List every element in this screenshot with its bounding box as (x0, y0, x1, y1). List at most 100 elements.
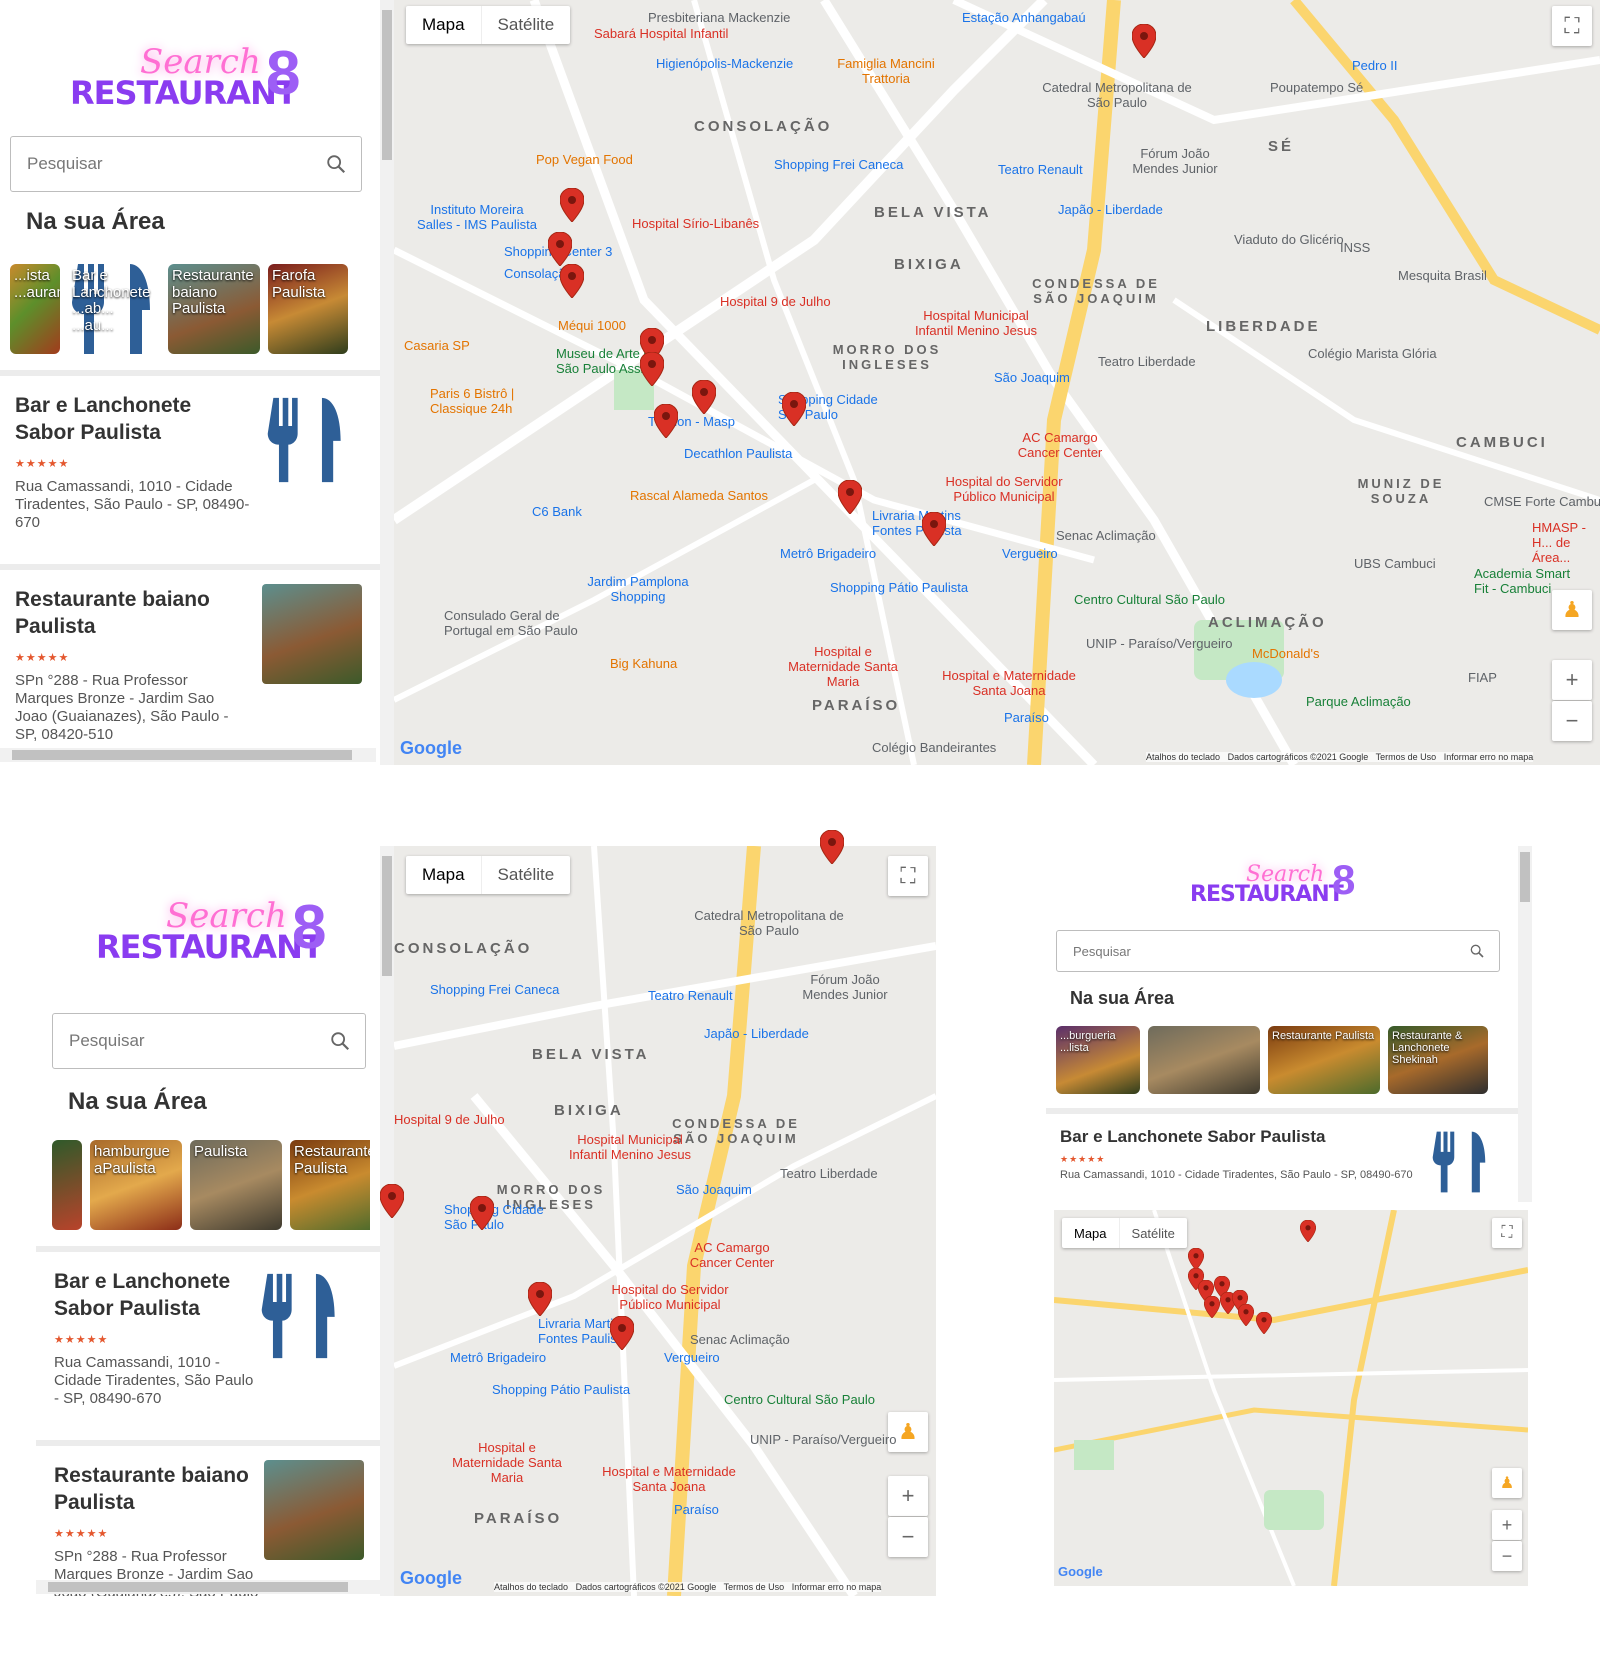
zoom-out-button[interactable]: − (1552, 701, 1592, 741)
poi-label[interactable]: UNIP - Paraíso/Vergueiro (1086, 636, 1232, 651)
map-marker-icon[interactable] (640, 352, 664, 386)
horizontal-scrollbar[interactable] (36, 1580, 380, 1594)
restaurant-card[interactable]: Restaurante baiano Paulista ★★★★★ SPn °2… (36, 1440, 380, 1596)
poi-label[interactable]: Hospital Municipal Infantil Menino Jesus (906, 308, 1046, 338)
area-thumb[interactable]: hamburgue aPaulista (90, 1140, 182, 1230)
search-input[interactable] (1071, 942, 1407, 960)
poi-label[interactable]: Hospital e Maternidade Santa Joana (934, 668, 1084, 698)
restaurant-name[interactable]: Restaurante baiano Paulista (54, 1462, 260, 1517)
keyboard-shortcuts-link[interactable]: Atalhos do teclado (1146, 752, 1220, 762)
map-marker-icon[interactable] (838, 480, 862, 514)
poi-label[interactable]: Japão - Liberdade (704, 1026, 809, 1041)
poi-label[interactable]: Shopping Frei Caneca (774, 157, 903, 172)
poi-label[interactable]: Hospital 9 de Julho (394, 1112, 505, 1127)
poi-label[interactable]: Catedral Metropolitana de São Paulo (694, 908, 844, 938)
poi-label[interactable]: Paraíso (674, 1502, 719, 1517)
poi-label[interactable]: São Joaquim (994, 370, 1070, 385)
map-marker-icon[interactable] (560, 264, 584, 298)
restaurant-name[interactable]: Bar e Lanchonete Sabor Paulista (15, 392, 250, 447)
poi-label[interactable]: Vergueiro (664, 1350, 720, 1365)
poi-label[interactable]: Hospital e Maternidade Santa Maria (442, 1440, 572, 1485)
tab-satellite[interactable]: Satélite (482, 6, 571, 44)
poi-label[interactable]: Paris 6 Bistrô | Classique 24h (430, 386, 550, 416)
poi-label[interactable]: Fórum João Mendes Junior (800, 972, 890, 1002)
map-marker-icon[interactable] (1204, 1296, 1220, 1318)
report-error-link[interactable]: Informar erro no mapa (1444, 752, 1534, 762)
map-marker-icon[interactable] (782, 392, 806, 426)
area-thumb[interactable]: ...burgueria ...lista (1056, 1026, 1140, 1094)
map-marker-icon[interactable] (1132, 24, 1156, 58)
tab-map[interactable]: Mapa (406, 856, 482, 894)
search-field[interactable] (1056, 930, 1500, 972)
poi-label[interactable]: Hospital 9 de Julho (720, 294, 831, 309)
poi-label[interactable]: C6 Bank (532, 504, 582, 519)
poi-label[interactable]: Metrô Brigadeiro (780, 546, 876, 561)
fullscreen-button[interactable]: ⛶ (888, 856, 928, 896)
poi-label[interactable]: Pop Vegan Food (536, 152, 633, 167)
map-type-control[interactable]: Mapa Satélite (1062, 1218, 1187, 1248)
area-thumb[interactable] (52, 1140, 82, 1230)
restaurant-card[interactable]: Restaurante baiano Paulista ★★★★★ SPn °2… (0, 564, 380, 764)
poi-label[interactable]: Shopping Pátio Paulista (830, 580, 968, 595)
poi-label[interactable]: Viaduto do Glicério (1234, 232, 1344, 247)
area-thumb[interactable] (1148, 1026, 1260, 1094)
poi-label[interactable]: Presbiteriana Mackenzie (648, 10, 790, 25)
tab-map[interactable]: Mapa (406, 6, 482, 44)
map-marker-icon[interactable] (1238, 1304, 1254, 1326)
poi-label[interactable]: Instituto Moreira Salles - IMS Paulista (412, 202, 542, 232)
poi-label[interactable]: Rascal Alameda Santos (630, 488, 768, 503)
poi-label[interactable]: Hospital e Maternidade Santa Joana (594, 1464, 744, 1494)
zoom-out-button[interactable]: − (1492, 1541, 1522, 1571)
poi-label[interactable]: Teatro Liberdade (780, 1166, 878, 1181)
vertical-scrollbar[interactable] (1518, 846, 1532, 1202)
poi-label[interactable]: Catedral Metropolitana de São Paulo (1042, 80, 1192, 110)
poi-label[interactable]: Shopping Frei Caneca (430, 982, 559, 997)
area-thumb[interactable]: Restaurante & Lanchonete Shekinah (1388, 1026, 1488, 1094)
poi-label[interactable]: Famiglia Mancini Trattoria (826, 56, 946, 86)
map-marker-icon[interactable] (380, 1184, 404, 1218)
area-thumb[interactable]: Restaurante Paulista (1268, 1026, 1380, 1094)
poi-label[interactable]: FIAP (1468, 670, 1497, 685)
map-marker-icon[interactable] (654, 404, 678, 438)
map-marker-icon[interactable] (470, 1196, 494, 1230)
area-thumb[interactable]: Paulista (190, 1140, 282, 1230)
zoom-in-button[interactable]: + (888, 1476, 928, 1516)
map-marker-icon[interactable] (820, 830, 844, 864)
poi-label[interactable]: Higienópolis-Mackenzie (656, 56, 793, 71)
poi-label[interactable]: Paraíso (1004, 710, 1049, 725)
tab-map[interactable]: Mapa (1062, 1218, 1120, 1248)
map-marker-icon[interactable] (610, 1316, 634, 1350)
map-type-control[interactable]: Mapa Satélite (406, 6, 571, 44)
poi-label[interactable]: Poupatempo Sé (1270, 80, 1363, 95)
zoom-in-button[interactable]: + (1552, 660, 1592, 700)
area-carousel[interactable]: ...burgueria ...lista Restaurante Paulis… (1056, 1026, 1500, 1094)
restaurant-card[interactable]: Bar e Lanchonete Sabor Paulista ★★★★★ Ru… (36, 1246, 380, 1440)
poi-label[interactable]: Parque Aclimação (1306, 694, 1411, 709)
poi-label[interactable]: Teatro Renault (998, 162, 1083, 177)
area-thumb[interactable]: Restaurante baiano Paulista (168, 264, 260, 354)
search-field[interactable] (10, 136, 362, 192)
map-marker-icon[interactable] (560, 188, 584, 222)
poi-label[interactable]: Shopping Cidade São Paulo (444, 1202, 554, 1232)
poi-label[interactable]: Teatro Renault (648, 988, 733, 1003)
poi-label[interactable]: Sabará Hospital Infantil (594, 26, 728, 41)
map-marker-icon[interactable] (922, 512, 946, 546)
vertical-scrollbar[interactable] (380, 846, 394, 1596)
poi-label[interactable]: Senac Aclimação (1056, 528, 1156, 543)
zoom-in-button[interactable]: + (1492, 1510, 1522, 1540)
poi-label[interactable]: McDonald's (1252, 646, 1320, 661)
poi-label[interactable]: AC Camargo Cancer Center (682, 1240, 782, 1270)
poi-label[interactable]: Hospital do Servidor Público Municipal (934, 474, 1074, 504)
poi-label[interactable]: Méqui 1000 (558, 318, 626, 333)
map-marker-icon[interactable] (692, 380, 716, 414)
poi-label[interactable]: HMASP - H... de Área... (1532, 520, 1600, 565)
horizontal-scrollbar[interactable] (0, 748, 376, 762)
vertical-scrollbar[interactable] (380, 0, 394, 765)
tab-satellite[interactable]: Satélite (482, 856, 571, 894)
map-marker-icon[interactable] (548, 232, 572, 266)
poi-label[interactable]: Academia Smart Fit - Cambuci (1474, 566, 1584, 596)
poi-label[interactable]: CMSE Forte Cambuci (1484, 494, 1600, 509)
restaurant-card[interactable]: Bar e Lanchonete Sabor Paulista ★★★★★ Ru… (0, 370, 380, 564)
poi-label[interactable]: Hospital Municipal Infantil Menino Jesus (560, 1132, 700, 1162)
poi-label[interactable]: AC Camargo Cancer Center (1010, 430, 1110, 460)
